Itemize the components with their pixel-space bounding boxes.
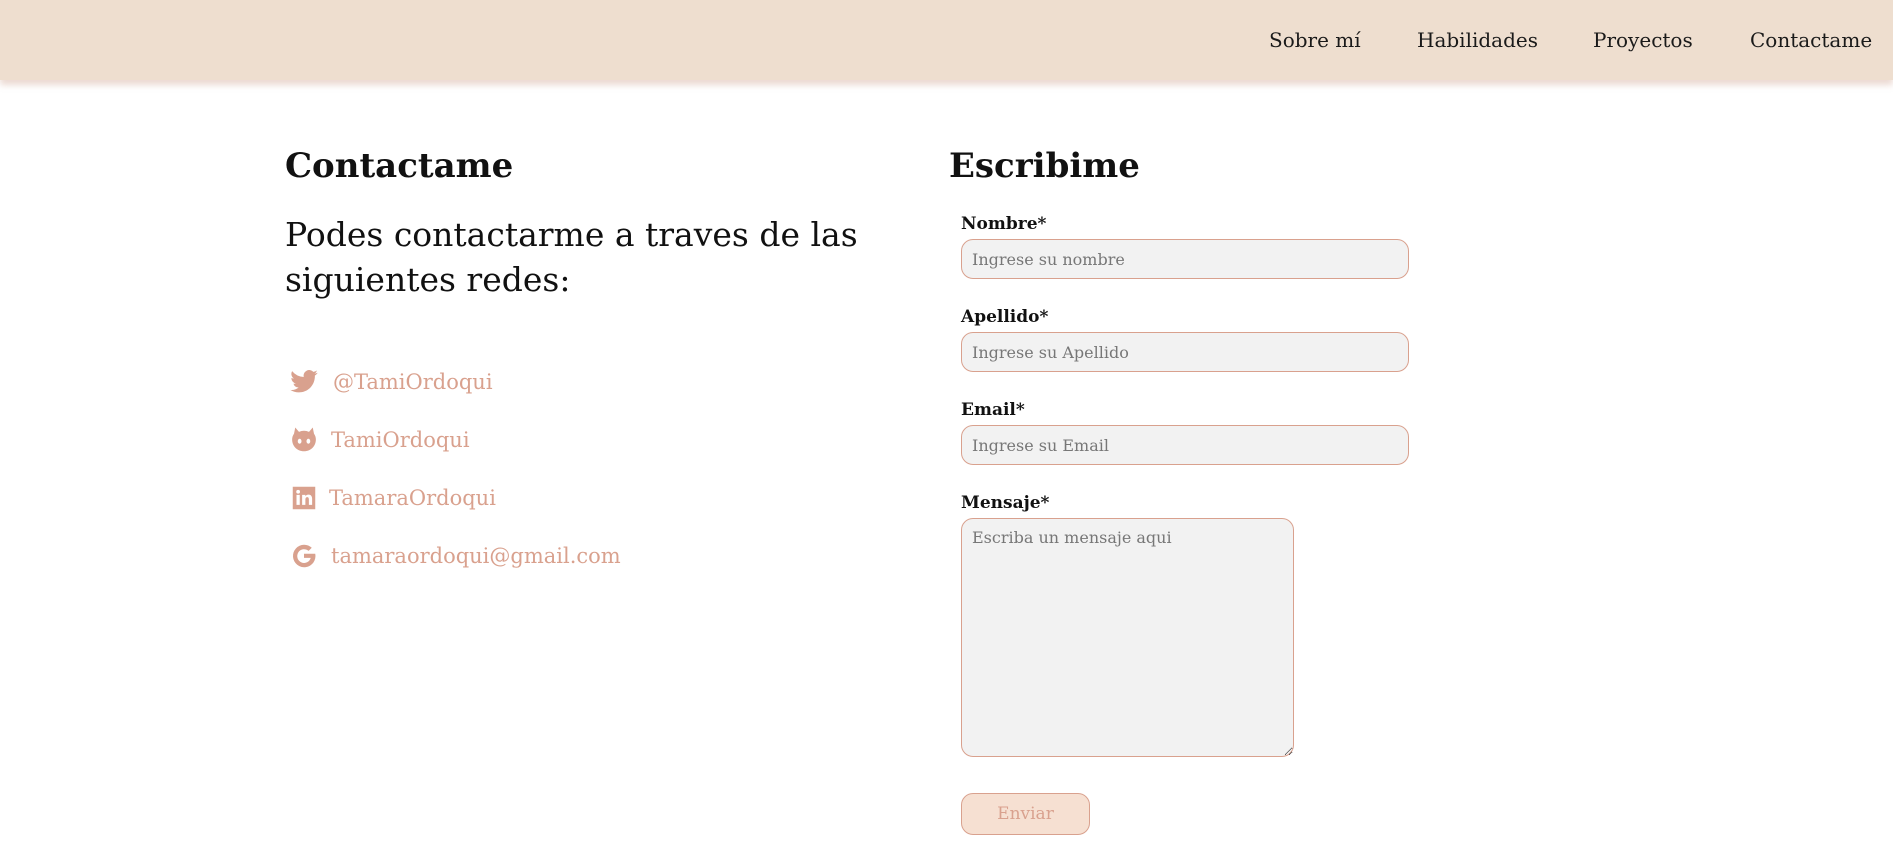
enviar-button[interactable]: Enviar bbox=[961, 793, 1090, 835]
github-icon bbox=[292, 427, 316, 452]
mensaje-textarea[interactable] bbox=[961, 518, 1294, 757]
contact-title: Contactame bbox=[285, 146, 514, 186]
mensaje-label: Mensaje* bbox=[961, 493, 1050, 513]
social-linkedin: TamaraOrdoqui bbox=[285, 478, 496, 518]
form-title: Escribime bbox=[949, 146, 1140, 186]
social-twitter: @TamiOrdoqui bbox=[285, 362, 493, 402]
nav-link-proyectos[interactable]: Proyectos bbox=[1593, 24, 1693, 56]
nav-link-habilidades[interactable]: Habilidades bbox=[1417, 24, 1538, 56]
email-link[interactable]: tamaraordoqui@gmail.com bbox=[331, 544, 621, 568]
github-link[interactable]: TamiOrdoqui bbox=[331, 428, 470, 452]
twitter-link[interactable]: @TamiOrdoqui bbox=[333, 370, 493, 394]
linkedin-icon bbox=[292, 486, 316, 510]
nombre-input[interactable] bbox=[961, 239, 1409, 279]
contact-intro: Podes contactarme a traves de las siguie… bbox=[285, 215, 858, 299]
apellido-label: Apellido* bbox=[961, 307, 1049, 327]
nav-link-contactame[interactable]: Contactame bbox=[1750, 24, 1872, 56]
nav-link-sobre-mi[interactable]: Sobre mí bbox=[1269, 24, 1361, 56]
linkedin-link[interactable]: TamaraOrdoqui bbox=[329, 486, 496, 510]
social-github: TamiOrdoqui bbox=[285, 420, 470, 460]
email-label: Email* bbox=[961, 400, 1025, 420]
email-input[interactable] bbox=[961, 425, 1409, 465]
social-google: tamaraordoqui@gmail.com bbox=[285, 536, 621, 576]
top-navbar: Sobre mí Habilidades Proyectos Contactam… bbox=[0, 0, 1893, 80]
google-icon bbox=[292, 544, 316, 568]
twitter-icon bbox=[290, 370, 318, 393]
apellido-input[interactable] bbox=[961, 332, 1409, 372]
nombre-label: Nombre* bbox=[961, 214, 1047, 234]
